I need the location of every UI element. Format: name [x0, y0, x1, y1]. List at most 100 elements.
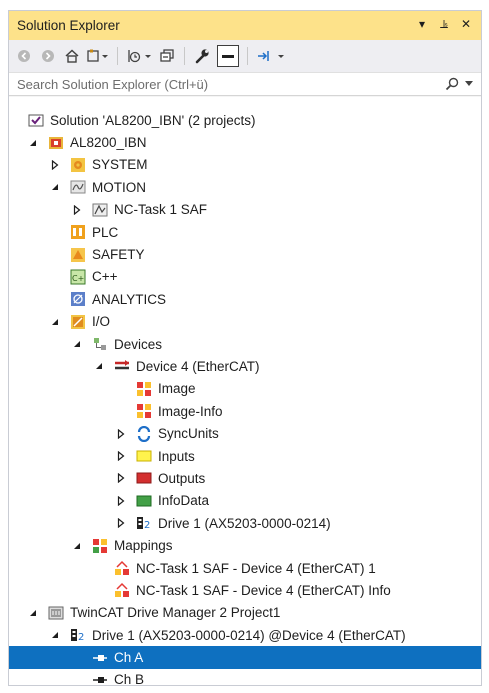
collapse-all-button[interactable]	[158, 45, 176, 67]
tree-node[interactable]: MOTION	[9, 176, 481, 198]
svg-text:C+: C+	[72, 274, 84, 283]
switch-views-icon	[87, 49, 108, 62]
tree-node-label: Devices	[114, 336, 163, 352]
home-icon	[65, 49, 79, 63]
clock-filter-icon	[128, 50, 151, 63]
expanded-chevron-icon[interactable]	[71, 338, 83, 350]
tree-node[interactable]: Outputs	[9, 467, 481, 489]
expander-placeholder	[49, 249, 61, 261]
collapsed-chevron-icon[interactable]	[115, 450, 127, 462]
expander-placeholder	[115, 405, 127, 417]
expanded-chevron-icon[interactable]	[49, 629, 61, 641]
tree-node-label: Drive 1 (AX5203-0000-0214)	[158, 515, 331, 531]
tree-node[interactable]: SAFETY	[9, 243, 481, 265]
infodata-icon	[135, 493, 153, 509]
tree-node[interactable]: SYSTEM	[9, 154, 481, 176]
tree-node[interactable]: Image	[9, 378, 481, 400]
expanded-chevron-icon[interactable]	[71, 540, 83, 552]
tree-node-label: SYSTEM	[92, 157, 148, 173]
plc-icon	[69, 224, 87, 240]
outputs-icon	[135, 470, 153, 486]
tree-node[interactable]: Ch A	[9, 646, 481, 669]
tree-node[interactable]: 2 Drive 1 (AX5203-0000-0214)	[9, 512, 481, 534]
system-icon	[69, 157, 87, 173]
tree-node[interactable]: Image-Info	[9, 400, 481, 422]
tree-node-label: Mappings	[114, 538, 173, 554]
tree-node[interactable]: Inputs	[9, 445, 481, 467]
panel-title: Solution Explorer	[17, 18, 120, 33]
properties-button[interactable]	[193, 45, 211, 67]
tree-node-label: NC-Task 1 SAF	[114, 202, 208, 218]
pending-changes-filter-button[interactable]	[126, 45, 152, 67]
tree-node[interactable]: C+ C++	[9, 266, 481, 288]
tree-node[interactable]: ANALYTICS	[9, 288, 481, 310]
tree-node[interactable]: InfoData	[9, 490, 481, 512]
expanded-chevron-icon[interactable]	[49, 316, 61, 328]
search-icon[interactable]	[445, 77, 459, 91]
collapsed-chevron-icon[interactable]	[115, 495, 127, 507]
tree-node[interactable]: Devices	[9, 333, 481, 355]
nc-task-icon	[91, 202, 109, 218]
search-input[interactable]	[17, 76, 397, 92]
expander-placeholder	[49, 271, 61, 283]
forward-button[interactable]	[39, 45, 57, 67]
collapsed-chevron-icon[interactable]	[49, 159, 61, 171]
toolbar-separator	[117, 47, 118, 65]
tree-node-label: Image-Info	[158, 403, 223, 419]
mapping-icon	[113, 560, 131, 576]
syncunits-icon	[135, 425, 153, 442]
io-icon	[69, 314, 87, 330]
collapsed-chevron-icon[interactable]	[115, 472, 127, 484]
tree-node[interactable]: Ch B	[9, 669, 481, 691]
expanded-chevron-icon[interactable]	[27, 607, 39, 619]
drive-icon: 2	[69, 627, 87, 643]
close-icon[interactable]: ✕	[459, 17, 473, 32]
search-options-chevron-down-icon[interactable]	[465, 81, 473, 87]
tree-node[interactable]: Solution 'AL8200_IBN' (2 projects)	[9, 109, 481, 131]
toolbar-separator	[247, 47, 248, 65]
collapsed-chevron-icon[interactable]	[71, 204, 83, 216]
tree-node[interactable]: AL8200_IBN	[9, 131, 481, 153]
tree-node-label: Ch A	[114, 650, 144, 666]
tree-node[interactable]: Device 4 (EtherCAT)	[9, 355, 481, 377]
expanded-chevron-icon[interactable]	[93, 360, 105, 372]
tree-node[interactable]: 2 Drive 1 (AX5203-0000-0214) @Device 4 (E…	[9, 624, 481, 646]
ethercat-device-icon	[113, 358, 131, 374]
expanded-chevron-icon[interactable]	[27, 137, 39, 149]
image-icon	[135, 381, 153, 397]
tree-node-label: NC-Task 1 SAF - Device 4 (EtherCAT) 1	[136, 560, 376, 576]
back-button[interactable]	[15, 45, 33, 67]
expander-placeholder	[49, 293, 61, 305]
tree-node-label: SAFETY	[92, 247, 145, 263]
tree-node-label: Outputs	[158, 470, 206, 486]
solution-tree: Solution 'AL8200_IBN' (2 projects) AL8200…	[9, 97, 481, 687]
collapsed-chevron-icon[interactable]	[115, 517, 127, 529]
tree-node[interactable]: I/O	[9, 311, 481, 333]
tree-node-label: MOTION	[92, 179, 146, 195]
pin-icon[interactable]: ⫡	[437, 17, 451, 32]
back-icon	[18, 50, 30, 62]
tree-node[interactable]: TwinCAT Drive Manager 2 Project1	[9, 602, 481, 624]
switch-views-button[interactable]	[87, 45, 109, 67]
drive-manager-icon	[47, 605, 65, 621]
home-button[interactable]	[63, 45, 81, 67]
tree-node[interactable]: SyncUnits	[9, 422, 481, 444]
tree-node[interactable]: NC-Task 1 SAF - Device 4 (EtherCAT) Info	[9, 579, 481, 601]
tree-node-label: Solution 'AL8200_IBN' (2 projects)	[50, 112, 256, 128]
tree-node[interactable]: Mappings	[9, 534, 481, 556]
tree-node[interactable]: NC-Task 1 SAF - Device 4 (EtherCAT) 1	[9, 557, 481, 579]
twincat-project-icon	[47, 135, 65, 151]
tree-node-label: Image	[158, 381, 196, 397]
sync-with-active-document-button[interactable]	[256, 45, 286, 67]
devices-icon	[91, 336, 109, 352]
preview-selected-items-button[interactable]	[217, 45, 239, 67]
tree-node[interactable]: PLC	[9, 221, 481, 243]
window-position-dropdown-icon[interactable]: ▾	[415, 17, 429, 32]
tree-node-label: ANALYTICS	[92, 291, 167, 307]
collapsed-chevron-icon[interactable]	[115, 428, 127, 440]
svg-text:2: 2	[144, 520, 150, 531]
tree-node[interactable]: NC-Task 1 SAF	[9, 199, 481, 221]
expanded-chevron-icon[interactable]	[49, 181, 61, 193]
expander-placeholder	[71, 674, 83, 686]
tree-node-label: NC-Task 1 SAF - Device 4 (EtherCAT) Info	[136, 582, 391, 598]
